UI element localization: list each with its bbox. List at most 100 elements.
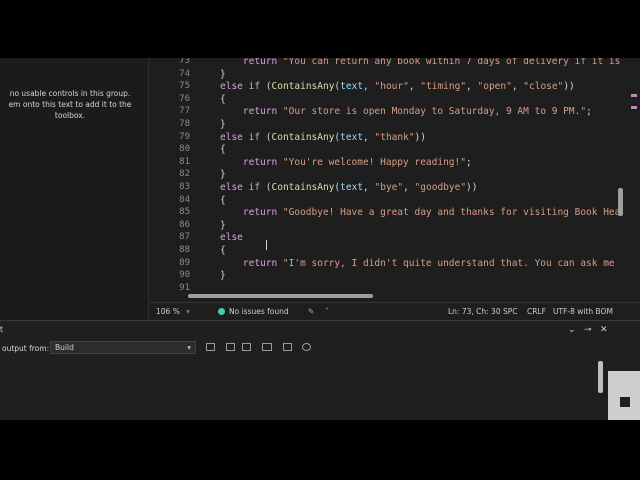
check-circle-icon xyxy=(218,308,225,315)
output-panel: t ⌄ ⊸ ✕ output from: Build ▾ xyxy=(0,320,640,420)
code-token: , xyxy=(403,182,415,193)
code-token: ContainsAny xyxy=(271,131,335,143)
find-message-icon[interactable] xyxy=(206,343,215,351)
pin-icon[interactable]: ⊸ xyxy=(584,325,592,335)
code-token: , xyxy=(363,81,375,93)
code-token: return xyxy=(220,156,283,168)
code-line[interactable]: return "Our store is open Monday to Satu… xyxy=(220,106,592,117)
code-token: return xyxy=(220,257,283,269)
line-number: 83 xyxy=(179,182,190,192)
chevron-down-icon[interactable]: ▾ xyxy=(186,307,190,316)
line-number: 91 xyxy=(179,282,190,293)
code-line[interactable]: else if (ContainsAny(text, "bye", "goodb… xyxy=(220,182,478,193)
previous-message-icon[interactable] xyxy=(226,343,235,351)
code-token: , xyxy=(408,81,421,93)
overview-marker xyxy=(631,94,637,97)
code-token: else if xyxy=(220,131,261,143)
code-line[interactable]: else if (ContainsAny(text, "thank")) xyxy=(220,132,426,143)
code-line[interactable]: return "Goodbye! Have a great day and th… xyxy=(220,207,621,218)
code-token: ( xyxy=(260,131,272,143)
editor-vertical-scrollbar[interactable] xyxy=(618,188,623,216)
code-token: )) xyxy=(466,182,478,193)
issues-indicator[interactable]: No issues found xyxy=(218,307,289,316)
code-token: "hour" xyxy=(374,81,409,93)
code-token: } xyxy=(220,68,226,80)
line-number: 82 xyxy=(179,169,190,180)
clock-icon[interactable] xyxy=(302,343,311,351)
file-encoding[interactable]: UTF-8 with BOM xyxy=(553,307,613,316)
line-number: 88 xyxy=(179,245,190,255)
code-line[interactable]: { xyxy=(220,195,226,206)
code-line[interactable]: return "You're welcome! Happy reading!"; xyxy=(220,157,472,168)
ide-window: no usable controls in this group. em ont… xyxy=(0,58,640,420)
output-panel-title: t xyxy=(0,325,3,334)
line-number: 90 xyxy=(179,270,190,281)
code-token: "bye" xyxy=(374,182,404,193)
clear-all-icon[interactable] xyxy=(262,343,272,351)
brush-icon[interactable]: ✎ xyxy=(308,307,314,316)
chevron-down-icon[interactable]: ⌄ xyxy=(568,325,576,335)
toolbox-message-line: no usable controls in this group. xyxy=(9,89,131,98)
code-token: "open" xyxy=(477,81,512,93)
code-line[interactable]: else if (ContainsAny(text, "hour", "timi… xyxy=(220,81,575,92)
editor-status-bar: 106 % ▾ No issues found ✎ ˄ Ln: 73, Ch: … xyxy=(150,302,640,321)
line-number: 87 xyxy=(179,232,190,243)
code-token: "You can return any book within 7 days o… xyxy=(282,58,621,67)
code-line[interactable]: return "I'm sorry, I didn't quite unders… xyxy=(220,258,615,269)
code-line[interactable]: return "You can return any book within 7… xyxy=(220,58,621,67)
code-token: text xyxy=(340,81,364,93)
code-line[interactable]: } xyxy=(220,169,226,180)
output-source-select[interactable]: Build ▾ xyxy=(50,341,196,354)
line-number: 81 xyxy=(179,156,190,167)
cursor-position[interactable]: Ln: 73, Ch: 30 xyxy=(448,307,501,316)
indent-mode[interactable]: SPC xyxy=(503,307,518,316)
code-token: } xyxy=(220,219,226,231)
line-number: 89 xyxy=(179,257,190,268)
overview-marker xyxy=(631,106,637,109)
code-line[interactable]: { xyxy=(220,245,226,256)
show-output-from-label: output from: xyxy=(2,344,50,353)
code-editor[interactable]: 73 return "You can return any book withi… xyxy=(150,58,640,294)
code-token: "goodbye" xyxy=(414,182,467,193)
code-token: text xyxy=(340,131,364,143)
code-token: , xyxy=(511,81,524,93)
chevron-up-icon[interactable]: ˄ xyxy=(325,307,329,316)
code-line[interactable]: else xyxy=(220,232,243,243)
code-token: else if xyxy=(220,81,261,93)
code-line[interactable]: } xyxy=(220,220,226,231)
mouse-cursor-icon xyxy=(266,240,267,250)
line-number: 78 xyxy=(179,119,190,129)
toolbox-empty-message: no usable controls in this group. em ont… xyxy=(0,88,140,121)
toggle-word-wrap-icon[interactable] xyxy=(283,343,292,351)
code-token: return xyxy=(220,106,283,118)
code-token: ; xyxy=(586,106,592,118)
toolbox-message-line: toolbox. xyxy=(54,111,86,120)
code-line[interactable]: { xyxy=(220,94,226,105)
line-number: 74 xyxy=(179,68,190,79)
code-token: , xyxy=(363,182,375,193)
code-token: { xyxy=(220,144,226,156)
code-token: } xyxy=(220,169,226,181)
line-ending[interactable]: CRLF xyxy=(527,307,546,316)
editor-horizontal-scrollbar[interactable] xyxy=(188,294,373,298)
code-token: "Our store is open Monday to Saturday, 9… xyxy=(282,106,587,118)
code-token: else if xyxy=(220,182,261,193)
line-number: 85 xyxy=(179,207,190,218)
code-token: "close" xyxy=(523,81,564,93)
code-token: { xyxy=(220,194,226,206)
code-line[interactable]: } xyxy=(220,270,226,281)
zoom-level[interactable]: 106 % xyxy=(156,307,180,316)
code-line[interactable]: } xyxy=(220,119,226,130)
line-number: 79 xyxy=(179,131,190,142)
chevron-down-icon: ▾ xyxy=(187,343,191,352)
code-token: ( xyxy=(260,182,272,193)
code-line[interactable]: } xyxy=(220,69,226,80)
code-token: } xyxy=(220,119,226,130)
line-number: 84 xyxy=(179,194,190,205)
code-line[interactable]: { xyxy=(220,144,226,155)
code-token: text xyxy=(340,182,364,193)
code-token: )) xyxy=(414,131,426,143)
output-vertical-scrollbar[interactable] xyxy=(598,361,603,393)
close-icon[interactable]: ✕ xyxy=(600,325,608,335)
next-message-icon[interactable] xyxy=(242,343,251,351)
